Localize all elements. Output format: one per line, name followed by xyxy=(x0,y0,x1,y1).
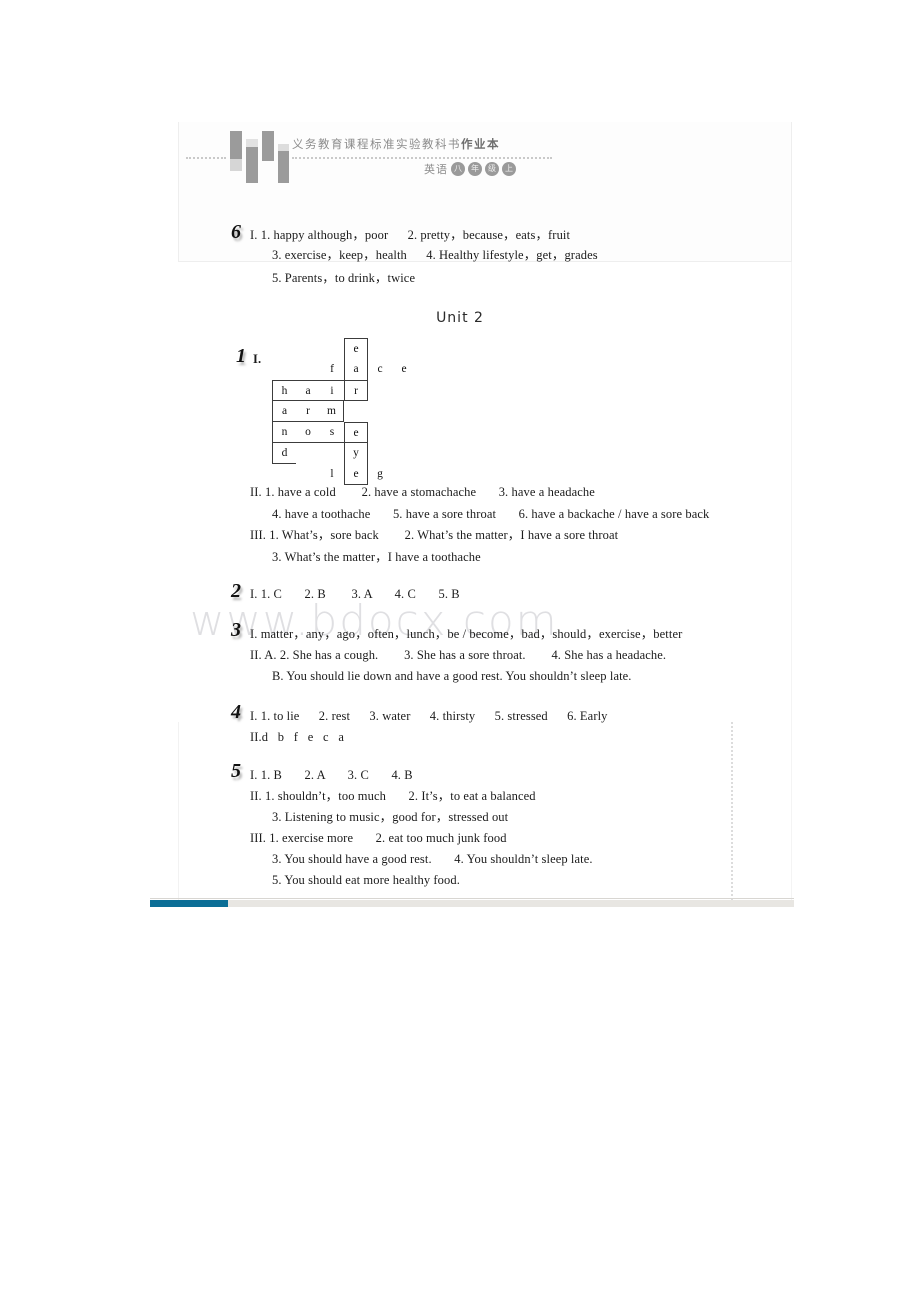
crossword-cell: a xyxy=(344,359,368,380)
crossword-cell: o xyxy=(296,422,320,443)
column-dotted-rule xyxy=(731,722,733,900)
answer-line: B. You should lie down and have a good r… xyxy=(272,669,632,683)
answer-line: II.d b f e c a xyxy=(250,730,345,744)
crossword-cell: e xyxy=(401,363,407,375)
grade-chip-1: 年 xyxy=(468,162,482,176)
crossword-cell: a xyxy=(272,401,296,422)
crossword-cell: r xyxy=(344,380,368,401)
content-edge-right xyxy=(791,262,792,900)
answer-line: 3. What’s the matter，I have a toothache xyxy=(272,550,481,564)
answer-line: 5. Parents，to drink，twice xyxy=(272,271,416,285)
crossword-cell: d xyxy=(272,443,296,464)
footer-progress-fill xyxy=(150,900,228,907)
crossword-cell: h xyxy=(272,380,296,401)
crossword-cell: n xyxy=(272,422,296,443)
answer-line: I. 1. to lie 2. rest 3. water 4. thirsty… xyxy=(250,709,608,723)
answer-line: I. matter，any，ago，often，lunch，be / becom… xyxy=(250,627,683,641)
grade-chip-2: 级 xyxy=(485,162,499,176)
answer-line: I. 1. happy although，poor 2. pretty，beca… xyxy=(250,228,571,242)
crossword-cell: e xyxy=(344,338,368,359)
masthead-subject-row: 英语 八 年 级 上 xyxy=(424,161,516,177)
masthead-series-bold: 作业本 xyxy=(461,137,500,151)
answer-line: 3. exercise，keep，health 4. Healthy lifes… xyxy=(272,248,598,262)
masthead-series-text: 义务教育课程标准实验教科书 xyxy=(292,137,461,151)
page-sheet: 义务教育课程标准实验教科书作业本 英语 八 年 级 上 6 I. 1. happ… xyxy=(0,0,920,1302)
unit-heading: Unit 2 xyxy=(436,310,484,326)
section-number-5: 5 xyxy=(231,760,241,782)
crossword-left-edge xyxy=(272,380,273,464)
crossword-cell: g xyxy=(377,468,383,480)
footer-hairline xyxy=(150,898,794,899)
answer-line: III. 1. What’s，sore back 2. What’s the m… xyxy=(250,528,619,542)
grade-chip-3: 上 xyxy=(502,162,516,176)
grade-chip-0: 八 xyxy=(451,162,465,176)
masthead-series-title: 义务教育课程标准实验教科书作业本 xyxy=(292,136,500,152)
answer-line: I. 1. C 2. B 3. A 4. C 5. B xyxy=(250,587,460,601)
crossword-cell: c xyxy=(377,363,383,375)
answer-line: II. 1. shouldn’t，too much 2. It’s，to eat… xyxy=(250,789,536,803)
masthead-dotted-rule-left xyxy=(186,157,226,159)
section-number-2: 2 xyxy=(231,580,241,602)
section-number-6: 6 xyxy=(231,221,241,243)
section-number-3: 3 xyxy=(231,619,241,641)
crossword-cell: l xyxy=(330,468,334,480)
footer-progress-track[interactable] xyxy=(150,900,794,907)
answer-line: II. 1. have a cold 2. have a stomachache… xyxy=(250,485,595,499)
crossword-cell: e xyxy=(344,464,368,485)
answer-line: III. 1. exercise more 2. eat too much ju… xyxy=(250,831,507,845)
crossword-cell: m xyxy=(320,401,344,422)
content-edge-left xyxy=(178,722,179,900)
answer-line: 5. You should eat more healthy food. xyxy=(272,873,460,887)
answer-line: 4. have a toothache 5. have a sore throa… xyxy=(272,507,710,521)
crossword-cell: i xyxy=(320,380,344,401)
masthead-dotted-rule-right xyxy=(292,157,552,159)
answer-line: 3. You should have a good rest. 4. You s… xyxy=(272,852,593,866)
publisher-logo-icon xyxy=(228,131,289,183)
crossword-cell: y xyxy=(344,443,368,464)
crossword-grid: efacehairarmnosedyleg xyxy=(272,338,407,485)
answer-line: I. xyxy=(253,352,262,366)
section-number-4: 4 xyxy=(231,701,241,723)
answer-line: I. 1. B 2. A 3. C 4. B xyxy=(250,768,413,782)
crossword-cell: s xyxy=(320,422,344,443)
crossword-cell: a xyxy=(296,380,320,401)
crossword-cell: e xyxy=(344,422,368,443)
answer-line: II. A. 2. She has a cough. 3. She has a … xyxy=(250,648,667,662)
crossword-cell: f xyxy=(330,363,334,375)
answer-line: 3. Listening to music，good for，stressed … xyxy=(272,810,509,824)
masthead-subject-label: 英语 xyxy=(424,163,448,176)
crossword-cell: r xyxy=(296,401,320,422)
section-number-1: 1 xyxy=(236,345,246,367)
